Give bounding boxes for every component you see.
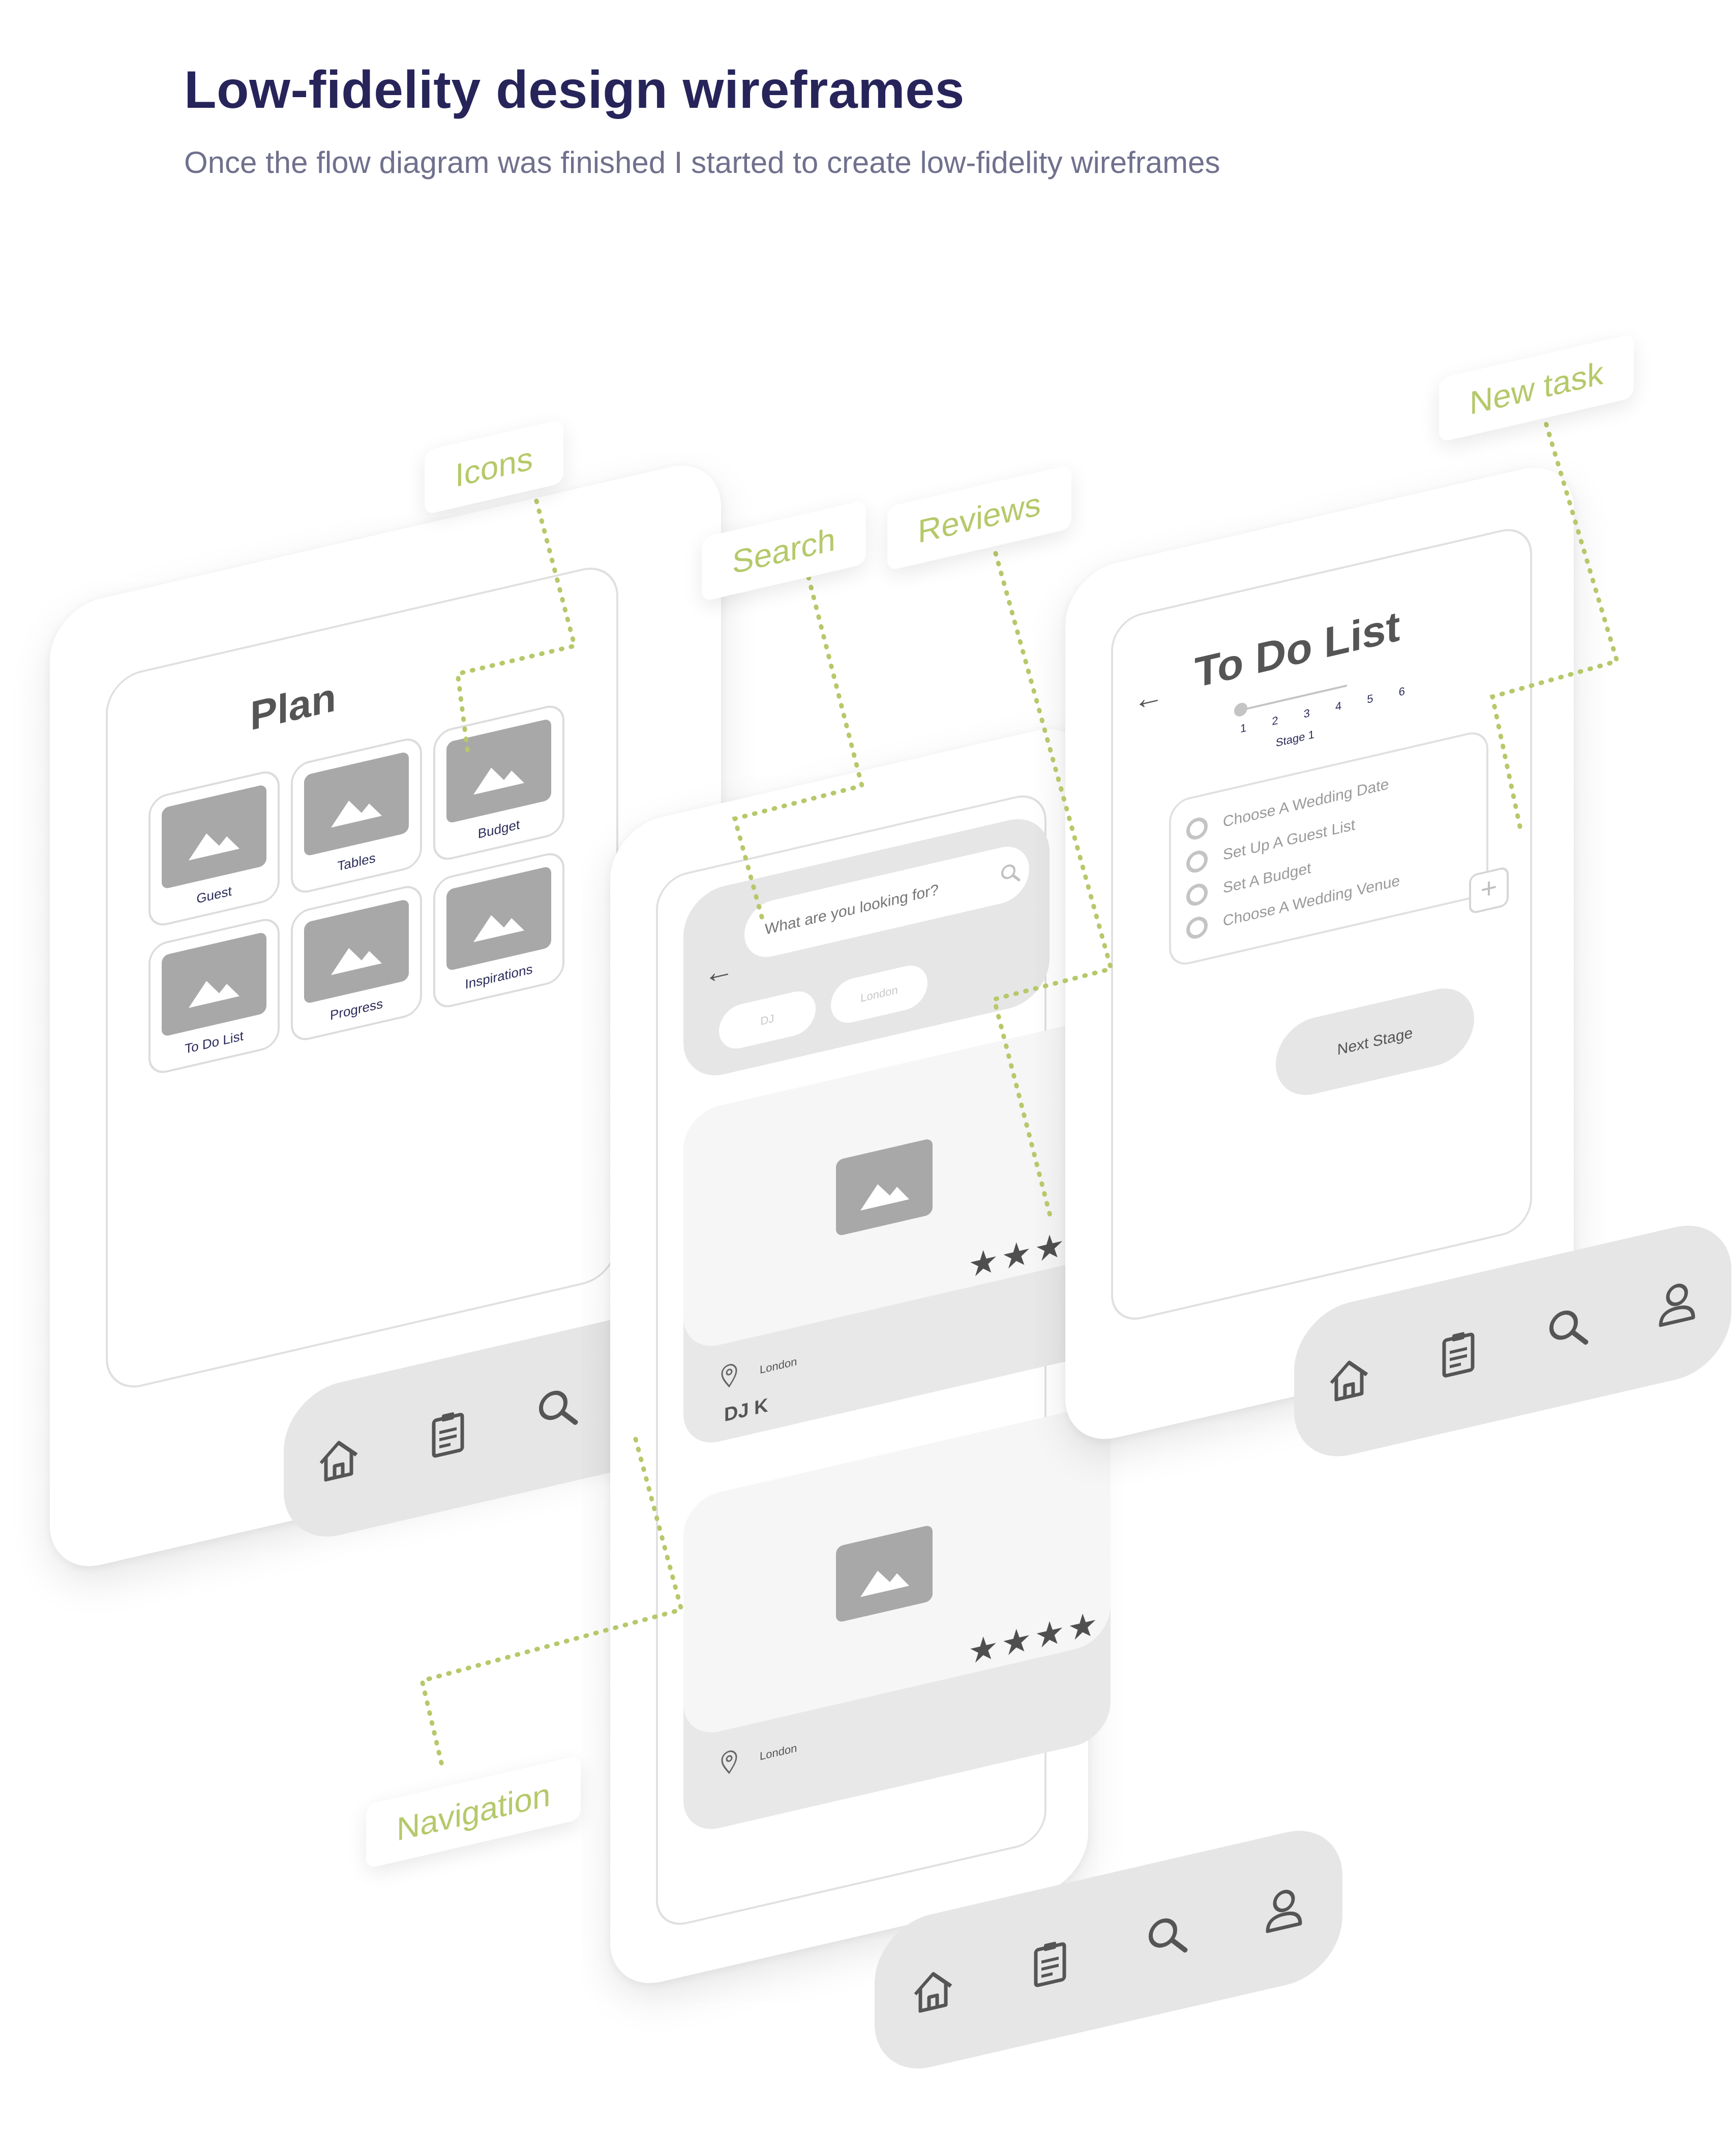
image-placeholder-icon (162, 931, 266, 1037)
search-screen: ← DJ London ★★★★ London DJ K (656, 789, 1111, 1931)
image-placeholder-icon (304, 899, 409, 1004)
filter-chip-dj[interactable]: DJ (719, 987, 816, 1053)
tile-progress[interactable]: Progress (291, 882, 422, 1044)
plan-title: Plan (250, 674, 336, 739)
result-name: DJ K (724, 1394, 768, 1426)
image-placeholder-icon (446, 866, 551, 971)
location-text: London (760, 1355, 797, 1377)
tile-guest[interactable]: Guest (148, 767, 280, 930)
home-icon[interactable] (905, 1956, 961, 2025)
home-icon[interactable] (1321, 1345, 1377, 1413)
arrow-left-icon[interactable]: ← (1133, 676, 1164, 718)
stage-progress-handle[interactable] (1234, 701, 1247, 718)
search-icon[interactable] (529, 1374, 585, 1443)
todo-screen: ← To Do List 1 2 3 4 5 6 Stage 1 Choose … (1111, 523, 1532, 1326)
image-placeholder-icon (304, 751, 409, 857)
tile-tables[interactable]: Tables (291, 735, 422, 897)
annotation-reviews: Reviews (887, 464, 1071, 571)
image-placeholder-icon (836, 1524, 933, 1623)
annotation-navigation: Navigation (366, 1755, 581, 1869)
tile-inspirations[interactable]: Inspirations (433, 849, 564, 1011)
stage-label: Stage 1 (1276, 727, 1314, 750)
clipboard-icon[interactable] (1430, 1319, 1486, 1388)
tile-budget[interactable]: Budget (433, 702, 564, 864)
search-input[interactable] (744, 841, 1029, 963)
wireframes-stage: Plan Guest Tables Budget To Do List Prog… (0, 0, 1736, 2080)
filter-chip-london[interactable]: London (831, 961, 927, 1027)
todo-title: To Do List (1194, 602, 1400, 697)
search-icon[interactable] (1139, 1902, 1195, 1971)
home-icon[interactable] (311, 1424, 367, 1493)
tile-to-do-list[interactable]: To Do List (148, 915, 280, 1077)
image-placeholder-icon (446, 718, 551, 824)
clipboard-icon[interactable] (420, 1400, 476, 1468)
result-location: London (719, 1347, 797, 1393)
location-pin-icon (719, 1360, 739, 1393)
annotation-search: Search (702, 499, 866, 602)
plan-screen: Plan Guest Tables Budget To Do List Prog… (106, 560, 618, 1395)
search-icon[interactable] (1540, 1294, 1596, 1362)
location-pin-icon (719, 1747, 739, 1780)
result-location: London (719, 1734, 797, 1780)
task-label: Set A Budget (1223, 859, 1311, 897)
next-stage-button[interactable]: Next Stage (1276, 980, 1474, 1103)
image-placeholder-icon (836, 1138, 933, 1237)
task-radio[interactable] (1186, 848, 1208, 875)
annotation-new-task: New task (1439, 333, 1634, 443)
task-radio[interactable] (1186, 881, 1208, 908)
user-icon[interactable] (1649, 1269, 1705, 1337)
user-icon[interactable] (1256, 1875, 1312, 1943)
task-label: Choose A Wedding Date (1223, 776, 1389, 831)
task-radio[interactable] (1186, 914, 1208, 941)
clipboard-icon[interactable] (1022, 1929, 1078, 1998)
task-list: Choose A Wedding Date Set Up A Guest Lis… (1169, 728, 1488, 969)
image-placeholder-icon (162, 784, 266, 890)
location-text: London (760, 1741, 797, 1763)
task-radio[interactable] (1186, 815, 1208, 842)
result-image-area (683, 1402, 1111, 1740)
arrow-left-icon[interactable]: ← (704, 950, 734, 992)
